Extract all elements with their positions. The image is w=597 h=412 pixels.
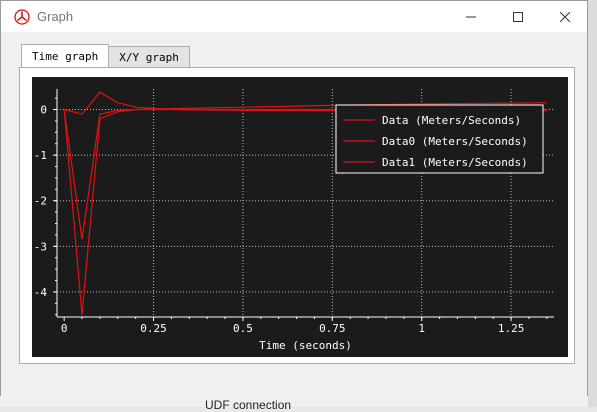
legend-label-2: Data1 (Meters/Seconds) — [382, 156, 528, 169]
legend-label-1: Data0 (Meters/Seconds) — [382, 135, 528, 148]
window-title: Graph — [37, 9, 74, 24]
y-tick-label: -3 — [34, 240, 47, 253]
tab-time-graph[interactable]: Time graph — [21, 44, 110, 68]
maximize-button[interactable] — [495, 1, 541, 32]
title-bar[interactable]: Graph — [1, 1, 587, 32]
graph-window: Graph Time graph X/Y graph 0 0.25 0.5 0.75 1… — [0, 0, 588, 397]
time-graph-plot[interactable]: 0 0.25 0.5 0.75 1 1.25 0 -1 -2 -3 -4 Time (seconds)… — [32, 77, 568, 357]
close-icon — [560, 11, 570, 22]
tab-panel: 0 0.25 0.5 0.75 1 1.25 0 -1 -2 -3 -4 Time (seconds)… — [19, 67, 575, 364]
app-logo-icon — [14, 8, 30, 25]
x-tick-label: 1 — [418, 322, 425, 335]
window-footer — [1, 366, 587, 397]
y-tick-label: -4 — [34, 286, 48, 299]
x-tick-label: 0.75 — [319, 322, 346, 335]
tab-xy-graph[interactable]: X/Y graph — [108, 46, 190, 67]
x-tick-label: 1.25 — [498, 322, 524, 335]
x-axis-label: Time (seconds) — [259, 339, 352, 352]
graph-tabs: Time graph X/Y graph — [21, 43, 190, 68]
y-tick-label: 0 — [40, 104, 47, 117]
close-button[interactable] — [542, 1, 588, 32]
y-tick-label: -1 — [34, 149, 47, 162]
minimize-button[interactable] — [448, 1, 494, 32]
chart-svg: 0 0.25 0.5 0.75 1 1.25 0 -1 -2 -3 -4 Time (seconds)… — [34, 89, 554, 352]
minimize-icon — [466, 16, 476, 17]
background-window-edge — [588, 0, 597, 407]
x-tick-label: 0.5 — [233, 322, 253, 335]
y-tick-label: -2 — [34, 195, 47, 208]
legend-label-0: Data (Meters/Seconds) — [382, 114, 521, 127]
background-udf-connection-text: UDF connection — [205, 398, 292, 412]
maximize-icon — [513, 11, 523, 22]
x-tick-label: 0.25 — [140, 322, 167, 335]
x-tick-label: 0 — [61, 322, 68, 335]
